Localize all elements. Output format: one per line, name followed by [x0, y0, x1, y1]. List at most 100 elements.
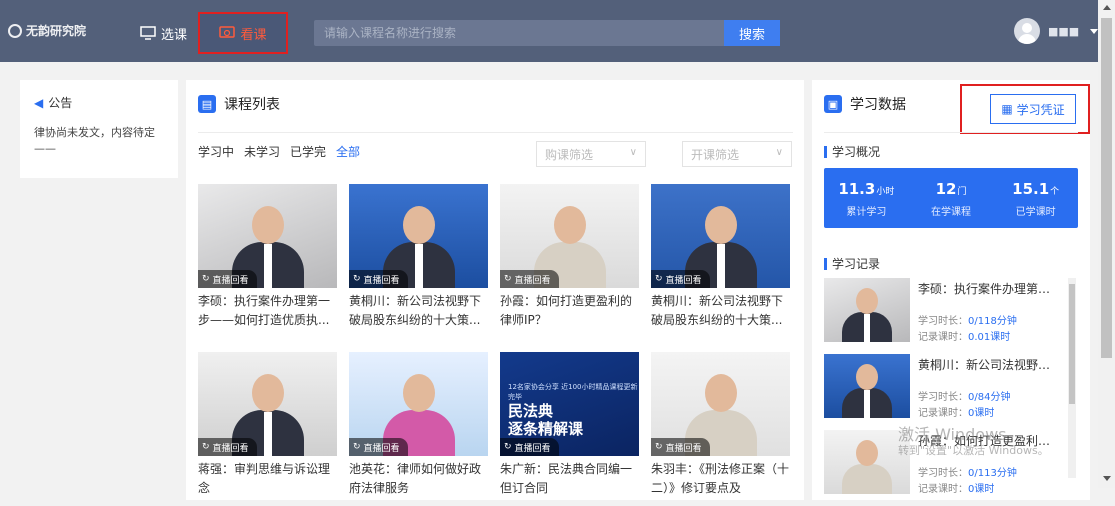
replay-badge: ↻ 直播回看 [651, 438, 710, 456]
replay-badge: ↻ 直播回看 [198, 270, 257, 288]
purchase-filter-select[interactable]: 购课筛选 ∨ [536, 141, 646, 167]
course-thumbnail[interactable]: 12名家协会分享 近100小时精品课程更新完毕 民法典 逐条精解课 ↻ 直播回看 [500, 352, 639, 456]
course-card[interactable]: ↻ 直播回看 孙霞：如何打造更盈利的律师IP？ [500, 184, 639, 330]
search-button[interactable]: 搜索 [724, 20, 780, 46]
search-bar: 搜索 [314, 20, 780, 46]
replay-icon: ↻ [202, 442, 210, 452]
replay-icon: ↻ [504, 442, 512, 452]
replay-badge: ↻ 直播回看 [500, 270, 559, 288]
tab-not-learned[interactable]: 未学习 [244, 143, 280, 160]
course-card[interactable]: ↻ 直播回看 李硕：执行案件办理第一步——如何打造优质执... [198, 184, 337, 330]
course-thumbnail[interactable]: ↻ 直播回看 [651, 352, 790, 456]
study-data-title: 学习数据 [850, 97, 906, 113]
course-thumbnail[interactable]: ↻ 直播回看 [198, 184, 337, 288]
course-card[interactable]: ↻ 直播回看 黄桐川：新公司法视野下破局股东纠纷的十大策... [349, 184, 488, 330]
tab-all[interactable]: 全部 [336, 143, 360, 160]
stat-total-hours: 11.3小时 累计学习 [838, 180, 895, 218]
replay-badge: ↻ 直播回看 [349, 438, 408, 456]
open-filter-select[interactable]: 开课筛选 ∨ [682, 141, 792, 167]
record-duration: 学习时长：0/113分钟 [918, 468, 1017, 479]
stat-courses: 12门 在学课程 [931, 180, 971, 218]
records-heading: 学习记录 [824, 258, 880, 270]
course-title[interactable]: 朱羽丰：《刑法修正案（十二）》修订要点及 [651, 460, 790, 498]
record-thumbnail[interactable] [824, 278, 910, 342]
purchase-filter-value: 购课筛选 [545, 147, 594, 162]
study-certificate-button[interactable]: ▦ 学习凭证 [990, 94, 1076, 124]
record-title[interactable]: 黄桐川：新公司法视野下... [918, 356, 1058, 373]
notice-text: 律协尚未发文，内容待定—— [34, 126, 155, 155]
notice-panel: ◀ 公告 律协尚未发文，内容待定—— [20, 80, 178, 178]
course-title[interactable]: 李硕：执行案件办理第一步——如何打造优质执... [198, 292, 337, 330]
activation-watermark: 激活 Windows 转到"设置"以激活 Windows。 [898, 425, 1049, 458]
cert-highlight: ▦ 学习凭证 [960, 84, 1090, 134]
course-card[interactable]: ↻ 直播回看 黄桐川：新公司法视野下破局股东纠纷的十大策... [651, 184, 790, 330]
chart-icon: ▣ [824, 95, 842, 113]
course-thumbnail[interactable]: ↻ 直播回看 [198, 352, 337, 456]
speaker-icon: ◀ [34, 95, 44, 110]
nav-select-course[interactable]: 选课 [130, 12, 197, 54]
user-name: ■■■ [1048, 24, 1080, 38]
scroll-down-icon[interactable] [1103, 476, 1111, 481]
record-thumbnail[interactable] [824, 354, 910, 418]
course-title[interactable]: 蒋强：审判思维与诉讼理念 [198, 460, 337, 498]
replay-badge: ↻ 直播回看 [198, 438, 257, 456]
replay-badge: ↻ 直播回看 [349, 270, 408, 288]
logo-text: 无韵研究院 [26, 24, 87, 38]
course-thumbnail[interactable]: ↻ 直播回看 [651, 184, 790, 288]
replay-icon: ↻ [202, 274, 210, 284]
search-input[interactable] [314, 20, 726, 46]
replay-badge: ↻ 直播回看 [651, 270, 710, 288]
divider [824, 132, 1078, 133]
user-menu[interactable]: ■■■ [1014, 18, 1098, 44]
replay-icon: ↻ [353, 274, 361, 284]
course-title[interactable]: 黄桐川：新公司法视野下破局股东纠纷的十大策... [349, 292, 488, 330]
records-scrollbar[interactable] [1068, 278, 1076, 478]
course-thumbnail[interactable]: ↻ 直播回看 [500, 184, 639, 288]
record-duration: 学习时长：0/118分钟 [918, 316, 1017, 327]
scroll-thumb[interactable] [1101, 18, 1112, 358]
course-card[interactable]: ↻ 直播回看 蒋强：审判思维与诉讼理念 [198, 352, 337, 498]
course-title[interactable]: 朱广新：民法典合同编一但订合同 [500, 460, 639, 498]
overview-card: 11.3小时 累计学习 12门 在学课程 15.1个 已学课时 [824, 168, 1078, 228]
replay-icon: ↻ [655, 442, 663, 452]
promo-text: 12名家协会分享 近100小时精品课程更新完毕 民法典 逐条精解课 [508, 383, 638, 438]
course-filters: 学习中 未学习 已学完 全部 购课筛选 ∨ 开课筛选 ∨ [198, 132, 793, 168]
course-title[interactable]: 孙霞：如何打造更盈利的律师IP？ [500, 292, 639, 330]
course-title[interactable]: 池英花：律师如何做好政府法律服务 [349, 460, 488, 498]
records-scroll-thumb[interactable] [1069, 284, 1075, 404]
open-filter-value: 开课筛选 [691, 147, 740, 162]
logo[interactable]: 无韵研究院 [8, 22, 86, 39]
course-card[interactable]: ↻ 直播回看 池英花：律师如何做好政府法律服务 [349, 352, 488, 498]
course-card[interactable]: 12名家协会分享 近100小时精品课程更新完毕 民法典 逐条精解课 ↻ 直播回看 … [500, 352, 639, 498]
record-hours: 记录课时：0课时 [918, 408, 995, 419]
chevron-down-icon [1090, 28, 1098, 34]
monitor-icon [140, 26, 156, 40]
scroll-up-icon[interactable] [1103, 5, 1111, 10]
notice-title: 公告 [48, 96, 73, 110]
course-list-panel: ▤ 课程列表 学习中 未学习 已学完 全部 购课筛选 ∨ 开课筛选 ∨ ↻ 直播回… [186, 80, 804, 500]
course-card[interactable]: ↻ 直播回看 朱羽丰：《刑法修正案（十二）》修订要点及 [651, 352, 790, 498]
replay-icon: ↻ [504, 274, 512, 284]
nav-select-label: 选课 [161, 27, 188, 43]
replay-badge: ↻ 直播回看 [500, 438, 559, 456]
nav-watch-course[interactable]: 看课 [198, 12, 288, 54]
certificate-icon: ▦ [1001, 102, 1013, 116]
course-thumbnail[interactable]: ↻ 直播回看 [349, 184, 488, 288]
record-item[interactable]: 黄桐川：新公司法视野下... 学习时长：0/84分钟 记录课时：0课时 [824, 354, 1074, 430]
course-thumbnail[interactable]: ↻ 直播回看 [349, 352, 488, 456]
play-monitor-icon [219, 26, 236, 38]
record-title[interactable]: 李硕：执行案件办理第一... [918, 280, 1058, 297]
tab-finished[interactable]: 已学完 [290, 143, 326, 160]
course-status-tabs: 学习中 未学习 已学完 全部 [198, 143, 360, 160]
course-title[interactable]: 黄桐川：新公司法视野下破局股东纠纷的十大策... [651, 292, 790, 330]
top-navigation-bar: 无韵研究院 选课 看课 搜索 ■■■ [0, 0, 1098, 62]
chevron-down-icon: ∨ [775, 147, 783, 158]
logo-icon [8, 23, 22, 38]
overview-heading: 学习概况 [824, 146, 880, 158]
study-certificate-label: 学习凭证 [1016, 102, 1065, 117]
record-item[interactable]: 李硕：执行案件办理第一... 学习时长：0/118分钟 记录课时：0.01课时 [824, 278, 1074, 354]
record-hours: 记录课时：0.01课时 [918, 332, 1011, 343]
tab-learning[interactable]: 学习中 [198, 143, 234, 160]
page-scrollbar[interactable] [1098, 0, 1115, 488]
replay-icon: ↻ [353, 442, 361, 452]
